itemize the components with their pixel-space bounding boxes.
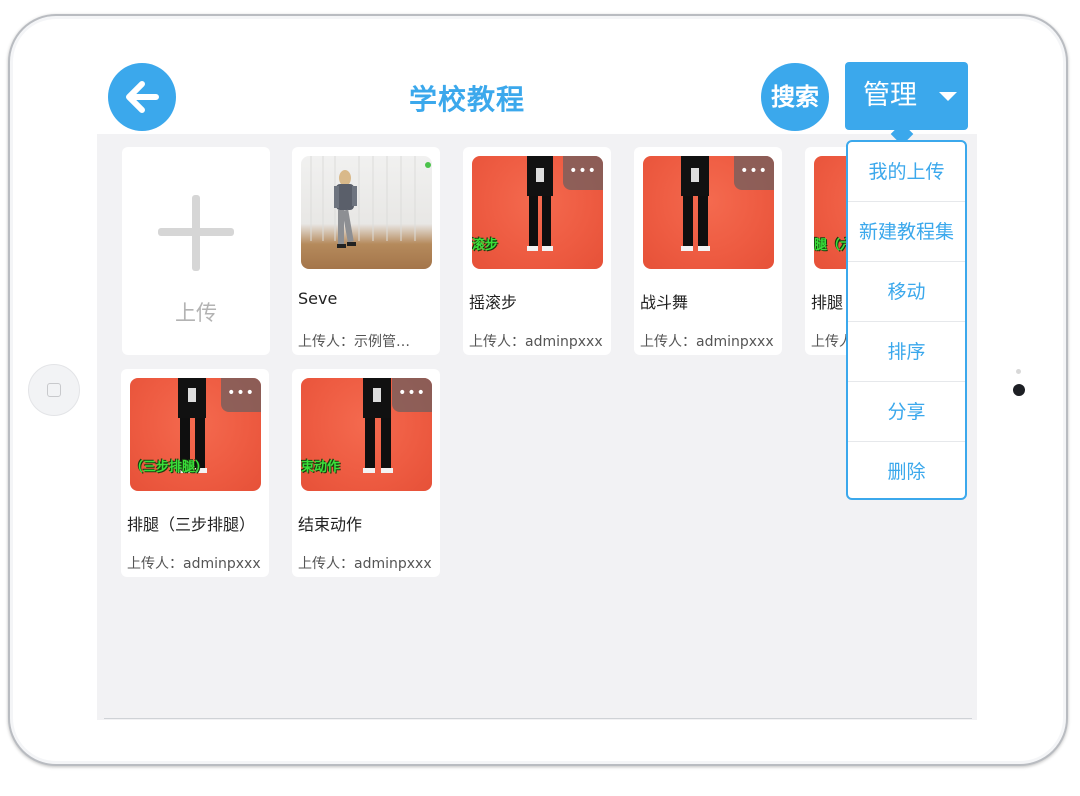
more-options-button[interactable]: ••• xyxy=(563,156,603,190)
video-thumbnail xyxy=(301,156,432,269)
menu-item-delete[interactable]: 删除 xyxy=(848,442,965,502)
card-uploader: 上传人：示例管… xyxy=(298,334,410,350)
card-title: 排腿（三步排腿） xyxy=(127,515,256,534)
card-uploader: 上传人：adminpxxx xyxy=(640,334,774,350)
caret-down-icon xyxy=(939,92,957,101)
screen-bottom-line xyxy=(104,718,972,719)
more-options-button[interactable]: ••• xyxy=(221,378,261,412)
manage-button[interactable]: 管理 xyxy=(845,62,968,130)
video-subtitle: （三步排腿） xyxy=(130,460,209,475)
tutorial-card[interactable]: ••• 束动作 结束动作 上传人：adminpxxx xyxy=(292,369,440,577)
tutorial-card[interactable]: ••• 滚步 摇滚步 上传人：adminpxxx xyxy=(463,147,611,355)
tutorial-card[interactable]: ••• （三步排腿） 排腿（三步排腿） 上传人：adminpxxx xyxy=(121,369,269,577)
tutorial-card[interactable]: Seve 上传人：示例管… xyxy=(292,147,440,355)
card-title: Seve xyxy=(298,289,338,308)
video-thumbnail: ••• （三步排腿） xyxy=(130,378,261,491)
page-title: 学校教程 xyxy=(408,83,525,116)
card-title: 战斗舞 xyxy=(640,293,689,312)
video-subtitle: 滚步 xyxy=(472,238,499,253)
more-options-button[interactable]: ••• xyxy=(734,156,774,190)
manage-dropdown-menu: 我的上传 新建教程集 移动 排序 分享 删除 xyxy=(846,140,967,500)
card-uploader: 上传人：adminpxxx xyxy=(298,556,432,572)
menu-item-new-collection[interactable]: 新建教程集 xyxy=(848,202,965,262)
menu-item-sort[interactable]: 排序 xyxy=(848,322,965,382)
video-thumbnail: ••• 束动作 xyxy=(301,378,432,491)
more-options-button[interactable]: ••• xyxy=(392,378,432,412)
video-thumbnail: ••• xyxy=(643,156,774,269)
sensor-dot xyxy=(1016,369,1021,374)
menu-item-my-uploads[interactable]: 我的上传 xyxy=(848,142,965,202)
card-title: 排腿 xyxy=(811,293,844,312)
upload-card[interactable]: 上传 xyxy=(122,147,270,355)
tutorial-card[interactable]: ••• 战斗舞 上传人：adminpxxx xyxy=(634,147,782,355)
manage-label: 管理 xyxy=(863,80,917,111)
back-button[interactable] xyxy=(108,63,176,131)
card-uploader: 上传人：adminpxxx xyxy=(127,556,261,572)
app-screen: 学校教程 搜索 管理 上传 Seve 上传人：示例管… ••• 滚步 摇滚步 上… xyxy=(97,44,977,720)
menu-item-share[interactable]: 分享 xyxy=(848,382,965,442)
arrow-left-icon xyxy=(126,81,159,113)
search-button[interactable]: 搜索 xyxy=(761,63,829,131)
video-thumbnail: ••• 滚步 xyxy=(472,156,603,269)
home-button[interactable] xyxy=(28,364,80,416)
upload-label: 上传 xyxy=(175,301,217,325)
menu-item-move[interactable]: 移动 xyxy=(848,262,965,322)
dancer-figure xyxy=(310,156,431,248)
top-bar: 学校教程 搜索 管理 xyxy=(97,44,977,134)
video-subtitle: 束动作 xyxy=(301,460,341,475)
camera-dot xyxy=(1013,384,1025,396)
card-title: 摇滚步 xyxy=(469,293,518,312)
card-title: 结束动作 xyxy=(298,515,363,534)
card-uploader: 上传人：adminpxxx xyxy=(469,334,603,350)
tutorial-grid: 上传 Seve 上传人：示例管… ••• 滚步 摇滚步 上传人：adminpxx… xyxy=(97,134,977,720)
